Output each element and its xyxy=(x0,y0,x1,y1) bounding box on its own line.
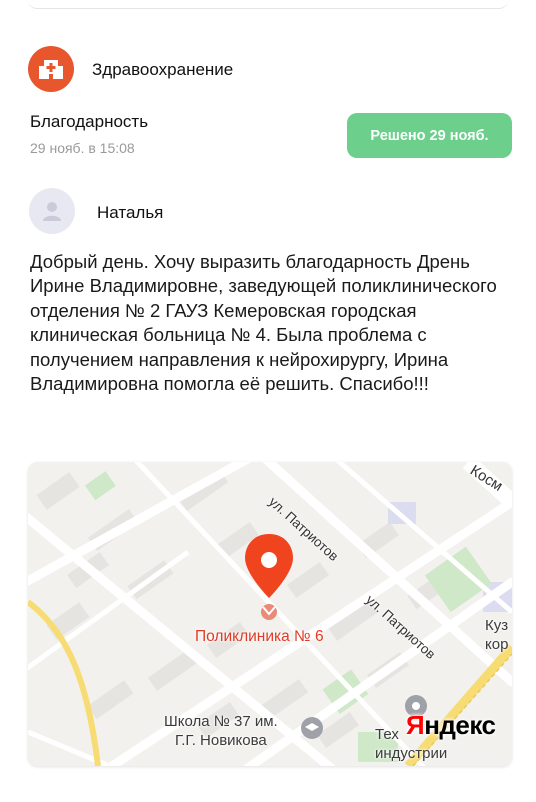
message-text: Добрый день. Хочу выразить благодарность… xyxy=(30,251,497,395)
yandex-logo: Яндекс xyxy=(406,710,496,740)
previous-card-edge xyxy=(0,0,536,20)
issue-date: 29 нояб. в 15:08 xyxy=(30,140,135,156)
hospital-icon xyxy=(28,46,74,92)
poi-label[interactable]: Поликлиника № 6 xyxy=(195,628,324,646)
place-label: Школа № 37 им. Г.Г. Новикова xyxy=(164,713,278,749)
issue-title: Благодарность xyxy=(30,112,149,131)
user-icon xyxy=(29,188,75,234)
map[interactable]: ул. Патриотов ул. Патриотов Косм Поликли… xyxy=(28,462,512,766)
author-name: Наталья xyxy=(97,203,164,222)
category-name: Здравоохранение xyxy=(92,60,234,79)
place-label: Куз кор xyxy=(485,617,509,653)
status-badge: Решено 29 нояб. xyxy=(347,113,512,158)
school-icon xyxy=(301,717,323,739)
